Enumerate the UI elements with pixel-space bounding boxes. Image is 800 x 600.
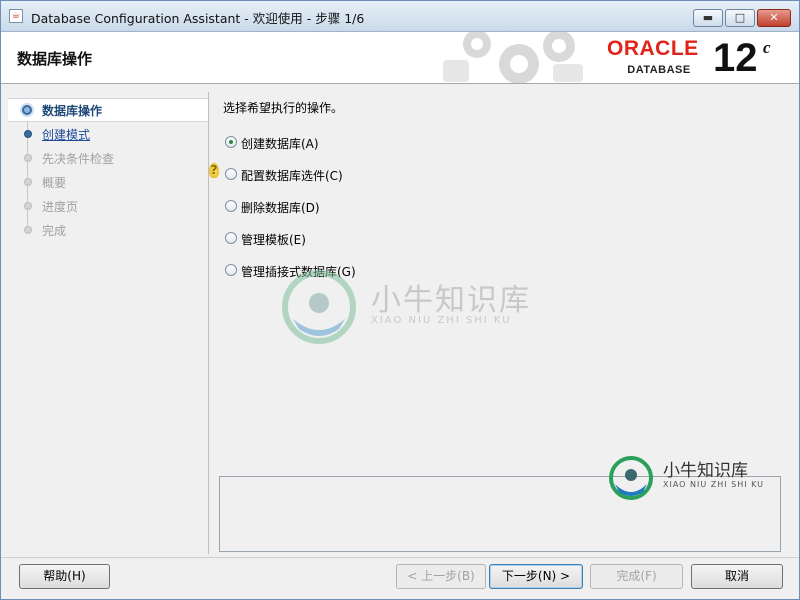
step-navigator: 数据库操作 创建模式 先决条件检查 概要 进度页 完成 (8, 92, 209, 554)
dbca-window: ☕ Database Configuration Assistant - 欢迎使… (0, 0, 800, 600)
radio-button[interactable] (225, 136, 237, 148)
step-label: 概要 (42, 176, 67, 190)
next-button[interactable]: 下一步(N) > (489, 564, 583, 589)
watermark-text: 小牛知识库 (371, 283, 531, 318)
title-bar[interactable]: ☕ Database Configuration Assistant - 欢迎使… (1, 1, 799, 32)
step-label: 进度页 (42, 200, 79, 214)
step-label: 创建模式 (42, 128, 91, 142)
java-app-icon: ☕ (9, 9, 23, 23)
radio-button[interactable] (225, 232, 237, 244)
step-progress: 进度页 (8, 195, 208, 217)
operation-prompt: 选择希望执行的操作。 (223, 101, 344, 115)
watermark-large: 小牛知识库 XIAO NIU ZHI SHI KU (279, 267, 539, 347)
minimize-button[interactable]: ▬ (693, 9, 723, 27)
step-indicator-icon (24, 178, 32, 186)
page-title: 数据库操作 (17, 50, 93, 68)
maximize-button[interactable]: □ (725, 9, 755, 27)
oracle-logo: ORACLE DATABASE (607, 37, 699, 77)
step-indicator-icon (24, 202, 32, 210)
header-banner: 数据库操作 ORACLE DATABASE 12 c (1, 32, 799, 84)
oracle-version: 12 (713, 36, 758, 80)
step-creation-mode[interactable]: 创建模式 (8, 123, 208, 145)
step-label: 完成 (42, 224, 67, 238)
step-finish: 完成 (8, 219, 208, 241)
step-label: 数据库操作 (42, 104, 103, 118)
watermark-logo-small-icon (609, 456, 653, 500)
footer-divider (1, 557, 799, 558)
content-panel: 选择希望执行的操作。 创建数据库(A) ? 配置数据库选件(C) 删除数据库(D… (209, 92, 791, 554)
watermark-small-text: 小牛知识库 (663, 461, 748, 481)
step-indicator-icon (24, 154, 32, 162)
hint-bulb-icon: ? (209, 163, 219, 178)
watermark-logo-icon (282, 270, 356, 344)
step-database-operation[interactable]: 数据库操作 (8, 98, 208, 122)
option-label: 创建数据库(A) (241, 137, 319, 151)
step-current-indicator-icon (22, 105, 32, 115)
step-prerequisite-checks: 先决条件检查 (8, 147, 208, 169)
watermark-small: 小牛知识库 XIAO NIU ZHI SHI KU (607, 454, 777, 502)
watermark-small-subtext: XIAO NIU ZHI SHI KU (663, 480, 765, 489)
oracle-version-suffix: c (763, 38, 771, 57)
cancel-button[interactable]: 取消 (691, 564, 783, 589)
gears-icon (443, 32, 583, 83)
radio-button[interactable] (225, 168, 237, 180)
watermark-subtext: XIAO NIU ZHI SHI KU (371, 315, 512, 326)
option-label: 管理模板(E) (241, 233, 306, 247)
step-summary: 概要 (8, 171, 208, 193)
radio-button[interactable] (225, 200, 237, 212)
back-button[interactable]: < 上一步(B) (396, 564, 486, 589)
option-label: 删除数据库(D) (241, 201, 320, 215)
radio-button[interactable] (225, 264, 237, 276)
option-label: 配置数据库选件(C) (241, 169, 343, 183)
help-button[interactable]: 帮助(H) (19, 564, 110, 589)
step-indicator-icon (24, 130, 32, 138)
close-button[interactable]: ✕ (757, 9, 791, 27)
window-title: Database Configuration Assistant - 欢迎使用 … (31, 11, 365, 26)
finish-button[interactable]: 完成(F) (590, 564, 683, 589)
step-indicator-icon (24, 226, 32, 234)
step-label: 先决条件检查 (42, 152, 115, 166)
